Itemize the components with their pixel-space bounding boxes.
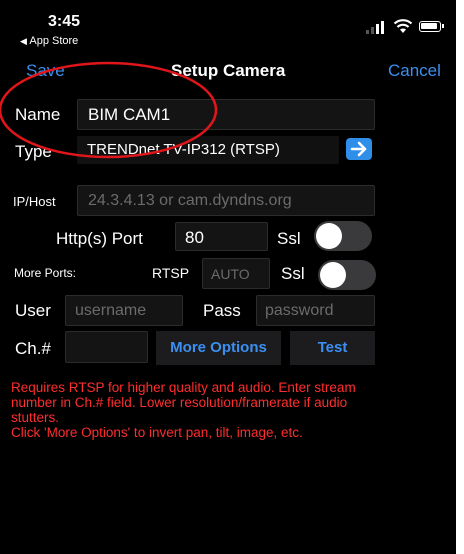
annotation-circle [0,61,218,159]
